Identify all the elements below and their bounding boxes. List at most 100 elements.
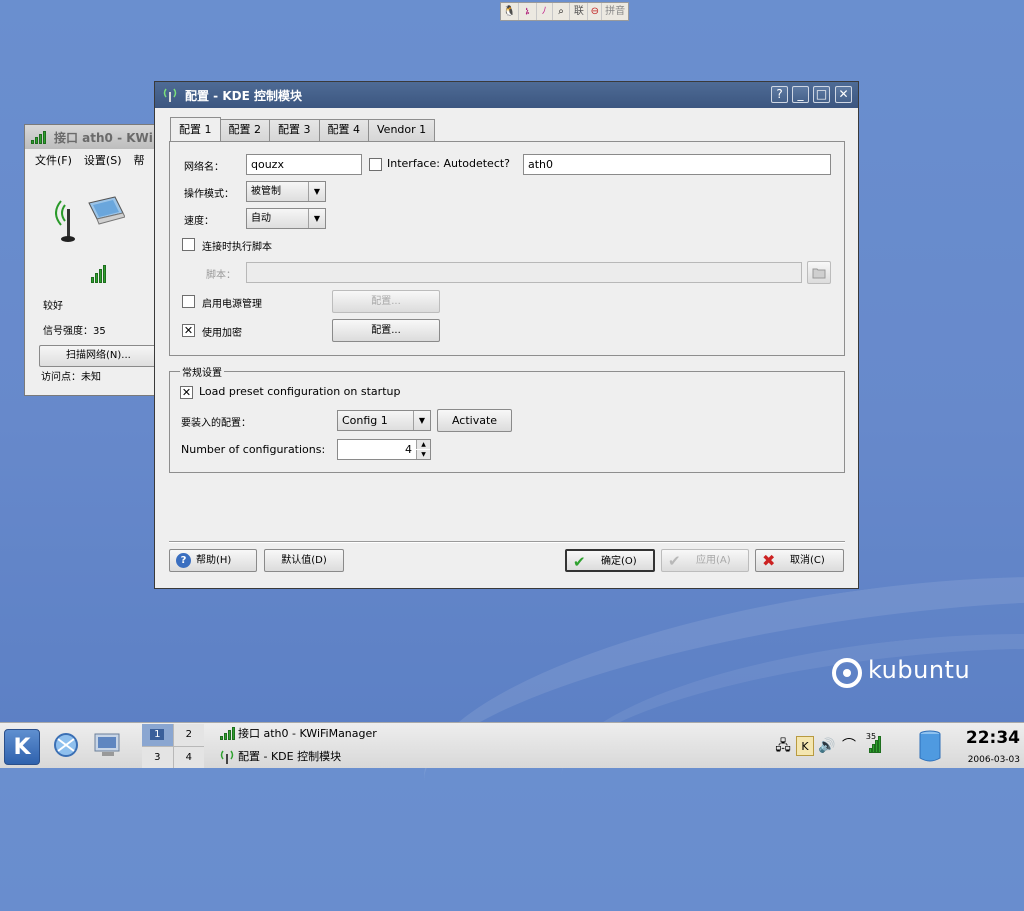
help-title-button[interactable]: ? xyxy=(771,86,788,103)
kubuntu-logo-mark-icon xyxy=(832,658,862,688)
klipper-icon[interactable]: K xyxy=(796,736,814,756)
input-method-bar: 🐧 ኔ ﾉ ⌕ 联 ⊖ 拼音 xyxy=(500,2,629,21)
kwifimanager-menubar: 文件(F) 设置(S) 帮 xyxy=(25,149,163,171)
minimize-button[interactable]: _ xyxy=(792,86,809,103)
system-tray: 🖧 K 🔊 ⌒ 35 xyxy=(774,732,886,759)
kwifimanager-window[interactable]: 接口 ath0 - KWi 文件(F) 设置(S) 帮 较好 信号强度：35 扫… xyxy=(24,124,164,396)
run-script-label: 连接时执行脚本 xyxy=(202,242,272,253)
penguin-icon[interactable]: 🐧 xyxy=(501,3,519,20)
clock-time: 22:34 xyxy=(965,728,1020,748)
search-icon[interactable]: ⌕ xyxy=(553,3,571,20)
task-label: 配置 - KDE 控制模块 xyxy=(238,750,342,763)
link-quality-label: 较好 xyxy=(43,301,63,312)
num-configs-spinbox[interactable]: 4 ▲ ▼ xyxy=(337,439,431,460)
close-button[interactable]: ✕ xyxy=(835,86,852,103)
scan-networks-button[interactable]: 扫描网络(N)... xyxy=(39,345,159,367)
antenna-laptop-icon xyxy=(55,195,126,245)
wifi-signal-icon xyxy=(220,727,235,740)
associate-icon[interactable]: 联 xyxy=(570,3,589,20)
num-configs-value: 4 xyxy=(405,443,412,456)
network-name-field[interactable]: qouzx xyxy=(246,154,362,175)
wifi-signal-tray-icon[interactable]: 35 xyxy=(862,732,886,756)
menu-file[interactable]: 文件(F) xyxy=(35,152,72,168)
speed-label: 速度： xyxy=(184,216,214,227)
power-config-button[interactable]: 配置... xyxy=(332,290,440,313)
config-tabs: 配置 1 配置 2 配置 3 配置 4 Vendor 1 xyxy=(170,117,436,141)
kde-menu-button[interactable]: K xyxy=(4,729,40,765)
general-settings-title: 常规设置 xyxy=(180,364,224,379)
config-to-load-value: Config 1 xyxy=(342,414,388,427)
operation-mode-value: 被管制 xyxy=(251,186,281,197)
tab-config-3[interactable]: 配置 3 xyxy=(269,119,320,141)
taskbar-task-kde-config[interactable]: 配置 - KDE 控制模块 xyxy=(218,746,341,768)
pinyin-label[interactable]: 拼音 xyxy=(602,3,628,20)
power-management-checkbox[interactable] xyxy=(182,295,195,308)
system-settings-icon[interactable] xyxy=(92,731,126,759)
konqueror-icon[interactable] xyxy=(50,729,82,761)
cancel-x-icon: ✖ xyxy=(762,551,776,570)
kde-config-dialog[interactable]: 配置 - KDE 控制模块 ? _ □ ✕ 配置 1 配置 2 配置 3 配置 … xyxy=(154,81,859,589)
check-icon: ✔ xyxy=(668,552,681,570)
signal-strength-icon xyxy=(91,265,106,286)
kubuntu-logo-text: kubuntu xyxy=(868,656,971,684)
kubuntu-logo: kubuntu xyxy=(832,656,970,690)
pager-desktop-3[interactable]: 3 xyxy=(142,746,173,768)
encryption-label: 使用加密 xyxy=(202,328,242,339)
taskbar-task-kwifimanager[interactable]: 接口 ath0 - KWiFiManager xyxy=(218,723,377,745)
pager-desktop-2[interactable]: 2 xyxy=(173,724,204,746)
folder-open-icon[interactable] xyxy=(807,261,831,284)
operation-mode-select[interactable]: 被管制 ▼ xyxy=(246,181,326,202)
kwifimanager-titlebar[interactable]: 接口 ath0 - KWi xyxy=(25,125,163,149)
tab-config-4[interactable]: 配置 4 xyxy=(318,119,369,141)
config-to-load-label: 要装入的配置： xyxy=(181,418,251,429)
run-script-checkbox[interactable] xyxy=(182,238,195,251)
encryption-checkbox[interactable]: ✕ xyxy=(182,324,195,337)
task-label: 接口 ath0 - KWiFiManager xyxy=(238,727,377,740)
maximize-button[interactable]: □ xyxy=(813,86,830,103)
punctuation-icon[interactable]: ﾉ xyxy=(537,3,553,20)
kwifimanager-title: 接口 ath0 - KWi xyxy=(54,130,153,145)
spin-down-icon[interactable]: ▼ xyxy=(416,450,430,459)
volume-icon[interactable]: 🔊 xyxy=(818,736,836,756)
menu-help[interactable]: 帮 xyxy=(134,152,145,168)
trash-icon[interactable] xyxy=(918,729,942,763)
autodetect-label: Interface: Autodetect? xyxy=(387,157,511,170)
ok-button[interactable]: ✔ 确定(O) xyxy=(565,549,655,572)
defaults-button[interactable]: 默认值(D) xyxy=(264,549,344,572)
help-icon: ? xyxy=(176,553,191,568)
script-path-field[interactable] xyxy=(246,262,802,283)
input-mode-icon[interactable]: ኔ xyxy=(519,3,537,20)
help-button[interactable]: ? 帮助(H) xyxy=(169,549,257,572)
speed-value: 自动 xyxy=(251,213,271,224)
dialog-title: 配置 - KDE 控制模块 xyxy=(185,88,302,103)
clock[interactable]: 22:34 2006-03-03 xyxy=(956,727,1020,767)
network-tray-icon[interactable]: 🖧 xyxy=(774,736,792,756)
autodetect-checkbox[interactable] xyxy=(369,158,382,171)
tab-config-2[interactable]: 配置 2 xyxy=(219,119,270,141)
antenna-icon xyxy=(163,87,177,103)
apply-button[interactable]: ✔ 应用(A) xyxy=(661,549,749,572)
speed-select[interactable]: 自动 ▼ xyxy=(246,208,326,229)
taskbar: K 1 2 3 4 接口 ath0 - KWiFiManager 配置 - KD… xyxy=(0,722,1024,768)
menu-settings[interactable]: 设置(S) xyxy=(84,152,122,168)
tab-vendor-1[interactable]: Vendor 1 xyxy=(368,119,436,141)
config-to-load-select[interactable]: Config 1 ▼ xyxy=(337,410,431,431)
clock-date: 2006-03-03 xyxy=(967,755,1020,765)
apply-button-label: 应用(A) xyxy=(696,555,731,566)
activate-button[interactable]: Activate xyxy=(437,409,512,432)
spin-up-icon[interactable]: ▲ xyxy=(416,440,430,449)
cancel-button[interactable]: ✖ 取消(C) xyxy=(755,549,844,572)
tab-config-1[interactable]: 配置 1 xyxy=(170,117,221,141)
desktop-pager: 1 2 3 4 xyxy=(142,724,204,768)
pager-desktop-4[interactable]: 4 xyxy=(173,746,204,768)
network-name-label: 网络名： xyxy=(184,162,224,173)
button-separator xyxy=(169,541,845,543)
encryption-config-button[interactable]: 配置... xyxy=(332,319,440,342)
antenna-tray-icon[interactable]: ⌒ xyxy=(840,736,858,756)
pager-desktop-1[interactable]: 1 xyxy=(142,724,173,746)
lock-icon[interactable]: ⊖ xyxy=(588,3,603,20)
operation-mode-label: 操作模式： xyxy=(184,189,234,200)
dialog-titlebar[interactable]: 配置 - KDE 控制模块 ? _ □ ✕ xyxy=(155,82,858,108)
interface-field[interactable]: ath0 xyxy=(523,154,831,175)
load-preset-checkbox[interactable]: ✕ xyxy=(180,386,193,399)
